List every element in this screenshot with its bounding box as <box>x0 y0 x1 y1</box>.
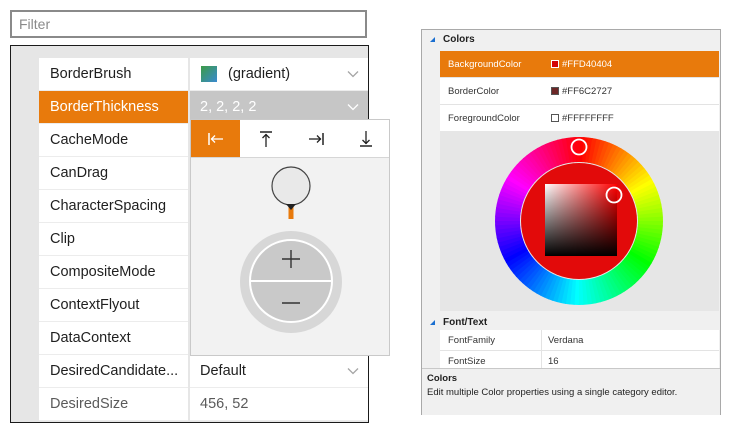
property-name: CompositeMode <box>50 264 156 280</box>
tab-right-edge[interactable] <box>291 120 340 157</box>
property-name-cell: BorderBrush <box>39 58 188 91</box>
thickness-stepper-graphic <box>240 166 342 333</box>
category-title: Font/Text <box>443 317 488 328</box>
filter-box[interactable] <box>10 10 367 38</box>
color-property-value: #FFFFFFFF <box>562 113 614 124</box>
chevron-down-icon[interactable] <box>347 70 359 78</box>
gradient-swatch <box>201 66 217 82</box>
thickness-flyout <box>190 119 390 356</box>
color-swatch <box>551 114 559 122</box>
collapse-triangle-icon[interactable] <box>429 319 436 326</box>
property-value-cell: 456, 52 <box>190 388 368 421</box>
top-edge-icon <box>259 130 272 147</box>
collapse-triangle-icon[interactable] <box>429 36 436 43</box>
edge-tab-strip <box>191 120 389 158</box>
color-row-foreground[interactable]: ForegroundColor #FFFFFFFF <box>440 105 719 132</box>
property-name: DataContext <box>50 330 131 346</box>
property-name-cell: CompositeMode <box>39 256 188 289</box>
property-value: 2, 2, 2, 2 <box>200 99 257 115</box>
property-value: Default <box>200 363 246 379</box>
category-title: Colors <box>443 34 475 45</box>
property-name-cell: DesiredCandidate... <box>39 355 188 388</box>
property-name-cell: CacheMode <box>39 124 188 157</box>
property-name: CanDrag <box>50 165 109 181</box>
property-name-cell: DataContext <box>39 322 188 355</box>
description-title: Colors <box>427 373 458 384</box>
drag-handle-knob[interactable] <box>271 166 311 206</box>
tab-left-edge[interactable] <box>191 120 240 157</box>
property-row-desiredsize: DesiredSize 456, 52 <box>39 388 368 421</box>
property-name: ContextFlyout <box>50 297 140 313</box>
color-property-name: ForegroundColor <box>448 113 520 124</box>
property-name: DesiredCandidate... <box>50 363 179 379</box>
tab-top-edge[interactable] <box>241 120 290 157</box>
color-picker <box>440 131 719 311</box>
property-name: Clip <box>50 231 75 247</box>
filter-input[interactable] <box>12 12 365 36</box>
property-name-cell: ContextFlyout <box>39 289 188 322</box>
color-wheel[interactable] <box>440 131 719 311</box>
color-swatch <box>551 60 559 68</box>
property-value-cell[interactable]: (gradient) <box>190 58 368 91</box>
knob-pointer <box>286 204 296 210</box>
font-property-name: FontFamily <box>448 335 495 346</box>
color-row-background[interactable]: BackgroundColor #FFD40404 <box>440 51 719 78</box>
property-name: BorderBrush <box>50 66 132 82</box>
property-name: BorderThickness <box>50 99 159 115</box>
property-name: DesiredSize <box>50 396 129 412</box>
color-swatch <box>551 87 559 95</box>
tab-bottom-edge[interactable] <box>341 120 390 157</box>
property-row-borderbrush[interactable]: BorderBrush (gradient) <box>39 58 368 91</box>
font-property-value: 16 <box>548 356 559 367</box>
font-row-fontfamily[interactable]: FontFamily Verdana <box>440 330 719 351</box>
right-edge-icon <box>308 132 324 145</box>
property-name-cell: CharacterSpacing <box>39 190 188 223</box>
font-property-value: Verdana <box>548 335 584 346</box>
color-property-name: BackgroundColor <box>448 59 522 70</box>
category-header-colors[interactable]: Colors <box>422 30 720 50</box>
description-text: Edit multiple Color properties using a s… <box>427 387 678 398</box>
property-row-desiredcandidate[interactable]: DesiredCandidate... Default <box>39 355 368 388</box>
property-name-cell: CanDrag <box>39 157 188 190</box>
property-value-cell[interactable]: Default <box>190 355 368 388</box>
property-value: 456, 52 <box>200 396 249 412</box>
chevron-down-icon[interactable] <box>347 367 359 375</box>
property-name: CacheMode <box>50 132 129 148</box>
color-property-name: BorderColor <box>448 86 500 97</box>
font-property-name: FontSize <box>448 356 486 367</box>
color-property-value: #FF6C2727 <box>562 86 613 97</box>
property-name-cell: Clip <box>39 223 188 256</box>
property-value: (gradient) <box>228 66 291 82</box>
property-name: CharacterSpacing <box>50 198 167 214</box>
property-name-cell: BorderThickness <box>39 91 188 124</box>
color-row-border[interactable]: BorderColor #FF6C2727 <box>440 78 719 105</box>
color-property-value: #FFD40404 <box>562 59 613 70</box>
left-edge-icon <box>207 132 223 145</box>
description-pane: Colors Edit multiple Color properties us… <box>422 368 720 415</box>
property-name-cell: DesiredSize <box>39 388 188 421</box>
chevron-down-icon[interactable] <box>347 103 359 111</box>
bottom-edge-icon <box>359 130 372 147</box>
colors-panel: Colors BackgroundColor #FFD40404 BorderC… <box>421 29 721 415</box>
